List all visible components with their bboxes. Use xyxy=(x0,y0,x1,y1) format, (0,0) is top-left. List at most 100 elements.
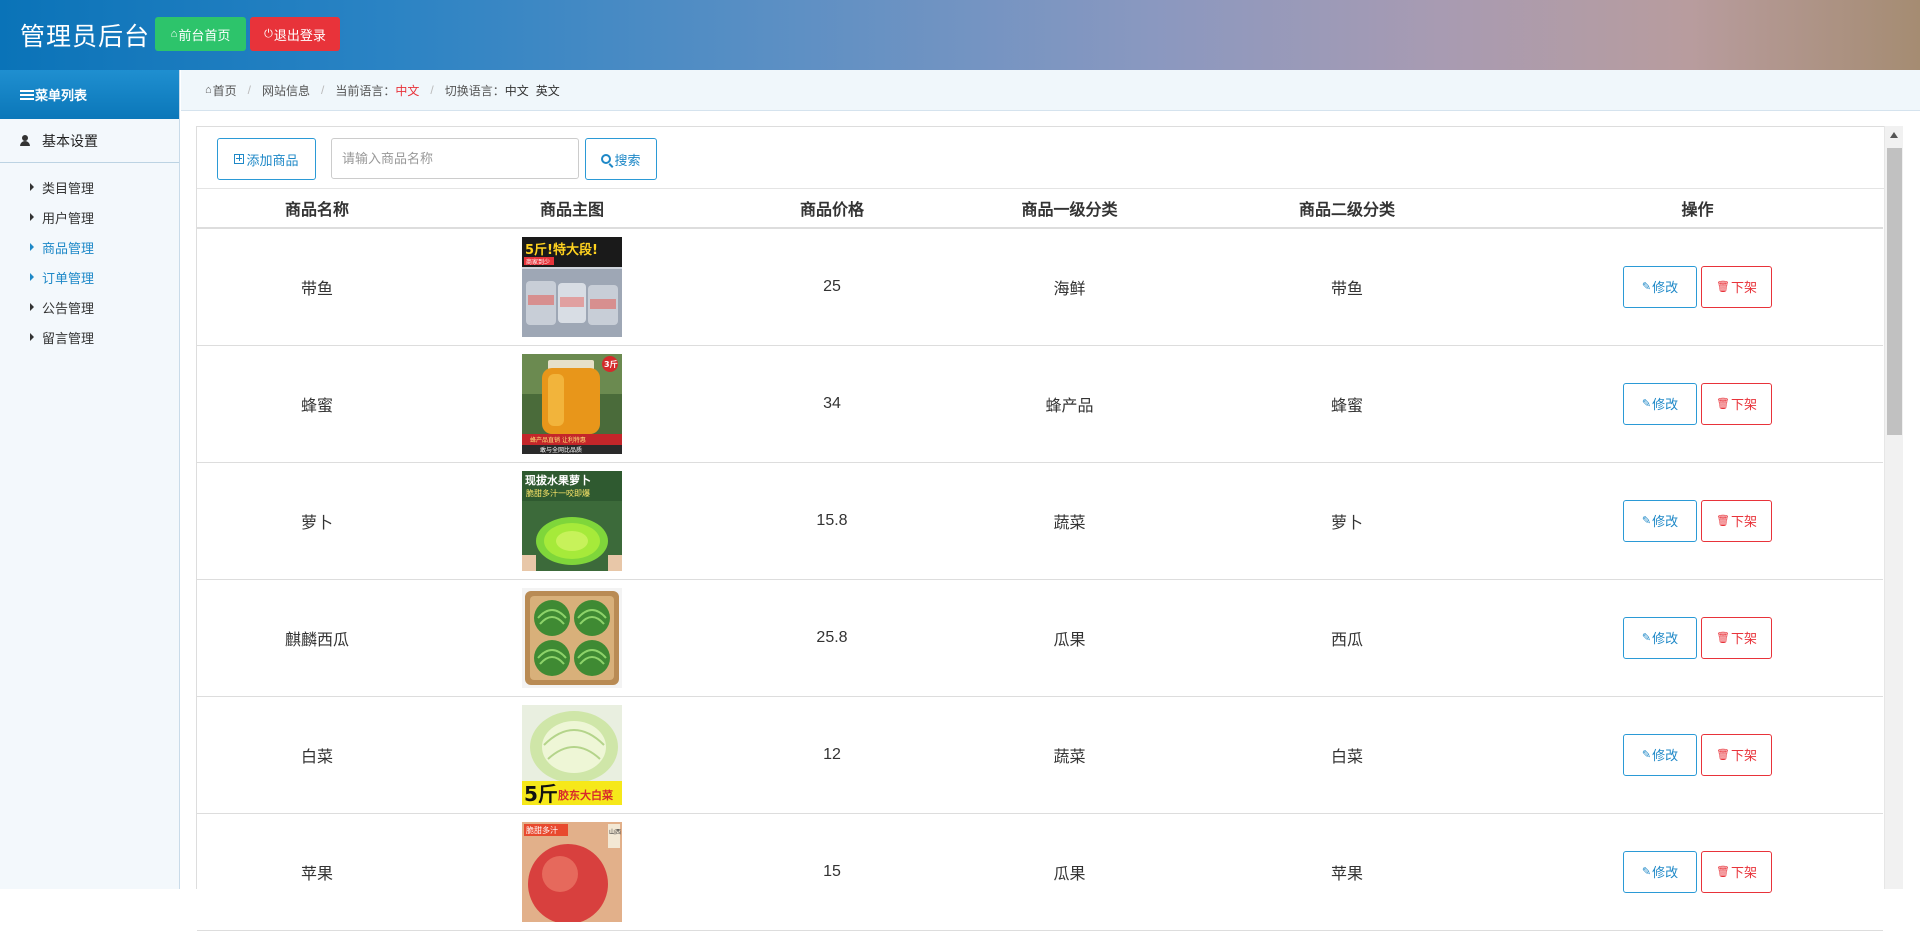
table-row: 白菜 5斤 胶东大白菜 12 蔬菜 白菜 ✎ 修改 🗑 下架 xyxy=(197,696,1883,814)
product-image-cell: 现拔水果萝卜 脆甜多汁一咬即爆 xyxy=(437,462,707,580)
add-product-label: 添加商品 xyxy=(246,152,299,168)
product-category-1: 蔬菜 xyxy=(957,696,1182,814)
unlist-button[interactable]: 🗑 下架 xyxy=(1701,499,1772,542)
breadcrumb: ⌂ 首页 / 网站信息 / 当前语言： 中文 / 切换语言： 中文 英文 xyxy=(181,70,1920,111)
edit-button[interactable]: ✎ 修改 xyxy=(1623,265,1697,308)
sidebar-item-label: 商品管理 xyxy=(42,240,95,256)
table-row: 苹果 脆甜多汁 山西 15 瓜果 苹果 ✎ 修改 🗑 下架 xyxy=(197,813,1883,931)
product-table: 商品名称 商品主图 商品价格 商品一级分类 商品二级分类 操作 带鱼 5斤!特大… xyxy=(197,189,1883,931)
product-category-1: 瓜果 xyxy=(957,579,1182,697)
edit-icon: ✎ xyxy=(1641,515,1652,527)
trash-icon: 🗑 xyxy=(1716,749,1730,761)
sidebar-item-notices[interactable]: 公告管理 xyxy=(0,292,179,322)
svg-text:商家到少: 商家到少 xyxy=(526,258,550,266)
actions-cell: ✎ 修改 🗑 下架 xyxy=(1512,345,1883,463)
home-button[interactable]: ⌂ 前台首页 xyxy=(155,17,246,51)
product-category-2: 萝卜 xyxy=(1182,462,1512,580)
unlist-button[interactable]: 🗑 下架 xyxy=(1701,850,1772,893)
product-category-1: 蔬菜 xyxy=(957,462,1182,580)
svg-text:3斤: 3斤 xyxy=(604,359,618,369)
product-category-1: 海鲜 xyxy=(957,228,1182,346)
product-image-honey: 3斤 蜂产品直销 让利特惠 敢与全网比品质 xyxy=(522,353,622,454)
unlist-button-label: 下架 xyxy=(1730,865,1757,880)
caret-right-icon xyxy=(30,213,34,221)
unlist-button-label: 下架 xyxy=(1730,514,1757,529)
table-row: 麒麟西瓜 25.8 瓜果 西瓜 ✎ 修改 🗑 下架 xyxy=(197,579,1883,697)
svg-text:蜂产品直销 让利特惠: 蜂产品直销 让利特惠 xyxy=(530,436,586,444)
unlist-button-label: 下架 xyxy=(1730,280,1757,296)
column-header: 操作 xyxy=(1512,189,1883,229)
sidebar-item-label: 类目管理 xyxy=(42,180,95,196)
actions-cell: ✎ 修改 🗑 下架 xyxy=(1512,579,1883,697)
product-image-radish: 现拔水果萝卜 脆甜多汁一咬即爆 xyxy=(522,470,622,571)
actions-cell: ✎ 修改 🗑 下架 xyxy=(1512,228,1883,346)
scroll-up-arrow-icon[interactable] xyxy=(1890,132,1898,138)
language-zh-link[interactable]: 中文 xyxy=(505,82,529,99)
product-image-cell: 5斤!特大段! 商家到少 xyxy=(437,228,707,346)
table-row: 萝卜 现拔水果萝卜 脆甜多汁一咬即爆 15.8 蔬菜 萝卜 ✎ 修改 🗑 下架 xyxy=(197,462,1883,580)
product-image-cell: 脆甜多汁 山西 xyxy=(437,813,707,931)
svg-text:现拔水果萝卜: 现拔水果萝卜 xyxy=(525,473,591,487)
language-en-link[interactable]: 英文 xyxy=(536,82,560,99)
edit-icon: ✎ xyxy=(1641,866,1652,878)
breadcrumb-separator: / xyxy=(247,83,252,97)
menu-group-label: 基本设置 xyxy=(42,132,98,149)
product-panel: 添加商品 搜索 商品名称 商品主图 商品价格 商品一级分类 商品二级分类 操作 … xyxy=(196,126,1885,931)
edit-button[interactable]: ✎ 修改 xyxy=(1623,499,1697,542)
toolbar: 添加商品 搜索 xyxy=(197,127,1884,189)
product-price: 25 xyxy=(707,228,957,346)
trash-icon: 🗑 xyxy=(1716,866,1730,878)
edit-icon: ✎ xyxy=(1641,749,1652,761)
home-icon: ⌂ xyxy=(170,28,178,40)
table-row: 蜂蜜 3斤 蜂产品直销 让利特惠 敢与全网比品质 34 蜂产品 蜂蜜 ✎ 修改 … xyxy=(197,345,1883,463)
sidebar-item-messages[interactable]: 留言管理 xyxy=(0,322,179,352)
svg-text:脆甜多汁一咬即爆: 脆甜多汁一咬即爆 xyxy=(526,488,590,498)
product-image-cell xyxy=(437,579,707,697)
search-button[interactable]: 搜索 xyxy=(585,138,657,180)
vertical-scrollbar[interactable] xyxy=(1884,126,1903,889)
edit-button[interactable]: ✎ 修改 xyxy=(1623,850,1697,893)
trash-icon: 🗑 xyxy=(1716,398,1730,410)
sidebar-item-products[interactable]: 商品管理 xyxy=(0,232,179,262)
logout-button[interactable]: ⏻ 退出登录 xyxy=(250,17,340,51)
breadcrumb-site-info[interactable]: 网站信息 xyxy=(262,82,310,99)
menu-title: 菜单列表 xyxy=(35,88,88,103)
sidebar-item-users[interactable]: 用户管理 xyxy=(0,202,179,232)
trash-icon: 🗑 xyxy=(1716,281,1730,294)
current-language-label: 当前语言： xyxy=(335,83,396,98)
unlist-button[interactable]: 🗑 下架 xyxy=(1701,382,1772,425)
power-icon: ⏻ xyxy=(264,27,273,40)
caret-right-icon xyxy=(30,243,34,251)
unlist-button[interactable]: 🗑 下架 xyxy=(1701,616,1772,659)
unlist-button-label: 下架 xyxy=(1730,748,1757,763)
product-name: 蜂蜜 xyxy=(197,345,437,463)
product-name: 麒麟西瓜 xyxy=(197,579,437,697)
product-category-2: 蜂蜜 xyxy=(1182,345,1512,463)
unlist-button[interactable]: 🗑 下架 xyxy=(1701,733,1772,776)
svg-text:山西: 山西 xyxy=(609,828,621,836)
breadcrumb-home[interactable]: 首页 xyxy=(213,82,237,99)
logout-button-label: 退出登录 xyxy=(273,27,326,43)
unlist-button[interactable]: 🗑 下架 xyxy=(1701,265,1772,308)
scrollbar-thumb[interactable] xyxy=(1887,148,1902,435)
menu-header: 菜单列表 xyxy=(0,70,179,119)
edit-button[interactable]: ✎ 修改 xyxy=(1623,616,1697,659)
edit-button-label: 修改 xyxy=(1652,280,1679,296)
edit-icon: ✎ xyxy=(1641,632,1652,644)
edit-button[interactable]: ✎ 修改 xyxy=(1623,382,1697,425)
menu-group-basic-settings[interactable]: 基本设置 xyxy=(0,119,179,163)
sidebar-item-orders[interactable]: 订单管理 xyxy=(0,262,179,292)
unlist-button-label: 下架 xyxy=(1730,631,1757,646)
sidebar-item-category[interactable]: 类目管理 xyxy=(0,172,179,202)
svg-text:5斤: 5斤 xyxy=(524,782,558,805)
edit-button[interactable]: ✎ 修改 xyxy=(1623,733,1697,776)
search-input[interactable] xyxy=(331,138,579,179)
product-price: 12 xyxy=(707,696,957,814)
product-image-cell: 5斤 胶东大白菜 xyxy=(437,696,707,814)
product-category-2: 带鱼 xyxy=(1182,228,1512,346)
svg-text:脆甜多汁: 脆甜多汁 xyxy=(526,825,558,835)
actions-cell: ✎ 修改 🗑 下架 xyxy=(1512,696,1883,814)
edit-button-label: 修改 xyxy=(1652,397,1679,412)
add-product-button[interactable]: 添加商品 xyxy=(217,138,316,180)
edit-button-label: 修改 xyxy=(1652,865,1679,880)
